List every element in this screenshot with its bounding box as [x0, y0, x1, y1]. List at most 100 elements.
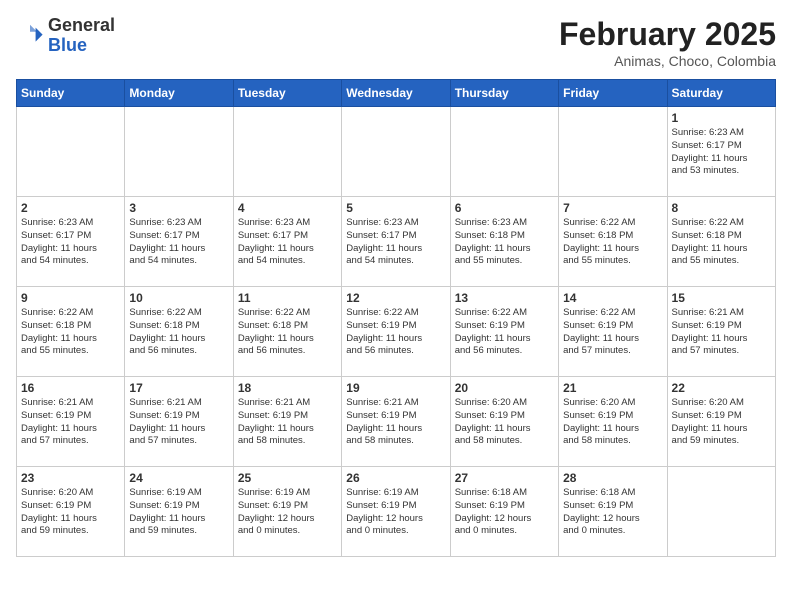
logo-text: General Blue [48, 16, 115, 56]
day-info: Sunrise: 6:20 AM Sunset: 6:19 PM Dayligh… [563, 397, 662, 448]
day-number: 13 [455, 291, 554, 305]
logo-blue: Blue [48, 35, 87, 55]
day-info: Sunrise: 6:23 AM Sunset: 6:18 PM Dayligh… [455, 217, 554, 268]
day-number: 7 [563, 201, 662, 215]
day-info: Sunrise: 6:22 AM Sunset: 6:18 PM Dayligh… [672, 217, 771, 268]
day-number: 12 [346, 291, 445, 305]
calendar-cell: 11 Sunrise: 6:22 AM Sunset: 6:18 PM Dayli… [233, 287, 341, 377]
day-number: 28 [563, 471, 662, 485]
logo-general: General [48, 15, 115, 35]
weekday-header-monday: Monday [125, 80, 233, 107]
calendar-cell: 23 Sunrise: 6:20 AM Sunset: 6:19 PM Dayli… [17, 467, 125, 557]
day-info: Sunrise: 6:21 AM Sunset: 6:19 PM Dayligh… [238, 397, 337, 448]
logo: General Blue [16, 16, 115, 56]
calendar-cell: 22 Sunrise: 6:20 AM Sunset: 6:19 PM Dayli… [667, 377, 775, 467]
day-info: Sunrise: 6:23 AM Sunset: 6:17 PM Dayligh… [21, 217, 120, 268]
calendar-cell: 14Sunrise: 6:22 AM Sunset: 6:19 PM Dayli… [559, 287, 667, 377]
week-row-5: 23 Sunrise: 6:20 AM Sunset: 6:19 PM Dayli… [17, 467, 776, 557]
day-number: 5 [346, 201, 445, 215]
weekday-header-saturday: Saturday [667, 80, 775, 107]
weekday-header-thursday: Thursday [450, 80, 558, 107]
day-info: Sunrise: 6:22 AM Sunset: 6:18 PM Dayligh… [21, 307, 120, 358]
calendar-cell [125, 107, 233, 197]
day-info: Sunrise: 6:22 AM Sunset: 6:19 PM Dayligh… [346, 307, 445, 358]
calendar-cell: 16 Sunrise: 6:21 AM Sunset: 6:19 PM Dayli… [17, 377, 125, 467]
day-number: 2 [21, 201, 120, 215]
day-number: 19 [346, 381, 445, 395]
calendar-cell: 5 Sunrise: 6:23 AM Sunset: 6:17 PM Daylig… [342, 197, 450, 287]
calendar-cell: 13Sunrise: 6:22 AM Sunset: 6:19 PM Dayli… [450, 287, 558, 377]
calendar-cell: 12 Sunrise: 6:22 AM Sunset: 6:19 PM Dayli… [342, 287, 450, 377]
weekday-header-wednesday: Wednesday [342, 80, 450, 107]
day-info: Sunrise: 6:22 AM Sunset: 6:18 PM Dayligh… [129, 307, 228, 358]
calendar-cell: 28 Sunrise: 6:18 AM Sunset: 6:19 PM Dayli… [559, 467, 667, 557]
calendar-cell: 25 Sunrise: 6:19 AM Sunset: 6:19 PM Dayli… [233, 467, 341, 557]
calendar-cell: 1 Sunrise: 6:23 AM Sunset: 6:17 PM Daylig… [667, 107, 775, 197]
calendar-cell [342, 107, 450, 197]
day-info: Sunrise: 6:20 AM Sunset: 6:19 PM Dayligh… [672, 397, 771, 448]
calendar-cell: 6 Sunrise: 6:23 AM Sunset: 6:18 PM Daylig… [450, 197, 558, 287]
day-number: 22 [672, 381, 771, 395]
calendar-cell: 18Sunrise: 6:21 AM Sunset: 6:19 PM Dayli… [233, 377, 341, 467]
day-info: Sunrise: 6:20 AM Sunset: 6:19 PM Dayligh… [455, 397, 554, 448]
calendar-cell: 2 Sunrise: 6:23 AM Sunset: 6:17 PM Daylig… [17, 197, 125, 287]
calendar-table: SundayMondayTuesdayWednesdayThursdayFrid… [16, 79, 776, 557]
calendar-cell: 3Sunrise: 6:23 AM Sunset: 6:17 PM Daylig… [125, 197, 233, 287]
day-number: 14 [563, 291, 662, 305]
day-number: 26 [346, 471, 445, 485]
calendar-cell: 26 Sunrise: 6:19 AM Sunset: 6:19 PM Dayli… [342, 467, 450, 557]
day-number: 23 [21, 471, 120, 485]
day-info: Sunrise: 6:18 AM Sunset: 6:19 PM Dayligh… [455, 487, 554, 538]
weekday-header-friday: Friday [559, 80, 667, 107]
calendar-cell [559, 107, 667, 197]
day-number: 15 [672, 291, 771, 305]
calendar-cell: 19 Sunrise: 6:21 AM Sunset: 6:19 PM Dayli… [342, 377, 450, 467]
calendar-cell [17, 107, 125, 197]
week-row-3: 9 Sunrise: 6:22 AM Sunset: 6:18 PM Daylig… [17, 287, 776, 377]
day-info: Sunrise: 6:21 AM Sunset: 6:19 PM Dayligh… [129, 397, 228, 448]
day-info: Sunrise: 6:19 AM Sunset: 6:19 PM Dayligh… [346, 487, 445, 538]
calendar-cell: 8 Sunrise: 6:22 AM Sunset: 6:18 PM Daylig… [667, 197, 775, 287]
day-number: 9 [21, 291, 120, 305]
week-row-2: 2 Sunrise: 6:23 AM Sunset: 6:17 PM Daylig… [17, 197, 776, 287]
calendar-cell: 27 Sunrise: 6:18 AM Sunset: 6:19 PM Dayli… [450, 467, 558, 557]
day-info: Sunrise: 6:19 AM Sunset: 6:19 PM Dayligh… [238, 487, 337, 538]
weekday-header-sunday: Sunday [17, 80, 125, 107]
calendar-cell [450, 107, 558, 197]
month-title: February 2025 [559, 16, 776, 53]
day-number: 27 [455, 471, 554, 485]
day-number: 1 [672, 111, 771, 125]
day-info: Sunrise: 6:18 AM Sunset: 6:19 PM Dayligh… [563, 487, 662, 538]
day-number: 20 [455, 381, 554, 395]
title-area: February 2025 Animas, Choco, Colombia [559, 16, 776, 69]
calendar-cell: 20 Sunrise: 6:20 AM Sunset: 6:19 PM Dayli… [450, 377, 558, 467]
weekday-header-tuesday: Tuesday [233, 80, 341, 107]
day-number: 3 [129, 201, 228, 215]
calendar-cell: 9 Sunrise: 6:22 AM Sunset: 6:18 PM Daylig… [17, 287, 125, 377]
location: Animas, Choco, Colombia [559, 53, 776, 69]
calendar-cell: 4Sunrise: 6:23 AM Sunset: 6:17 PM Daylig… [233, 197, 341, 287]
calendar-cell [667, 467, 775, 557]
day-info: Sunrise: 6:20 AM Sunset: 6:19 PM Dayligh… [21, 487, 120, 538]
day-info: Sunrise: 6:22 AM Sunset: 6:18 PM Dayligh… [238, 307, 337, 358]
day-number: 11 [238, 291, 337, 305]
calendar-cell: 10Sunrise: 6:22 AM Sunset: 6:18 PM Dayli… [125, 287, 233, 377]
day-info: Sunrise: 6:23 AM Sunset: 6:17 PM Dayligh… [346, 217, 445, 268]
calendar-cell [233, 107, 341, 197]
calendar-cell: 7Sunrise: 6:22 AM Sunset: 6:18 PM Daylig… [559, 197, 667, 287]
calendar-cell: 17 Sunrise: 6:21 AM Sunset: 6:19 PM Dayli… [125, 377, 233, 467]
day-number: 6 [455, 201, 554, 215]
day-number: 25 [238, 471, 337, 485]
day-info: Sunrise: 6:19 AM Sunset: 6:19 PM Dayligh… [129, 487, 228, 538]
day-info: Sunrise: 6:21 AM Sunset: 6:19 PM Dayligh… [672, 307, 771, 358]
day-info: Sunrise: 6:23 AM Sunset: 6:17 PM Dayligh… [672, 127, 771, 178]
week-row-1: 1 Sunrise: 6:23 AM Sunset: 6:17 PM Daylig… [17, 107, 776, 197]
day-number: 24 [129, 471, 228, 485]
day-number: 8 [672, 201, 771, 215]
day-number: 16 [21, 381, 120, 395]
calendar-cell: 21Sunrise: 6:20 AM Sunset: 6:19 PM Dayli… [559, 377, 667, 467]
day-info: Sunrise: 6:21 AM Sunset: 6:19 PM Dayligh… [21, 397, 120, 448]
header: General Blue February 2025 Animas, Choco… [16, 16, 776, 69]
day-number: 17 [129, 381, 228, 395]
day-info: Sunrise: 6:21 AM Sunset: 6:19 PM Dayligh… [346, 397, 445, 448]
